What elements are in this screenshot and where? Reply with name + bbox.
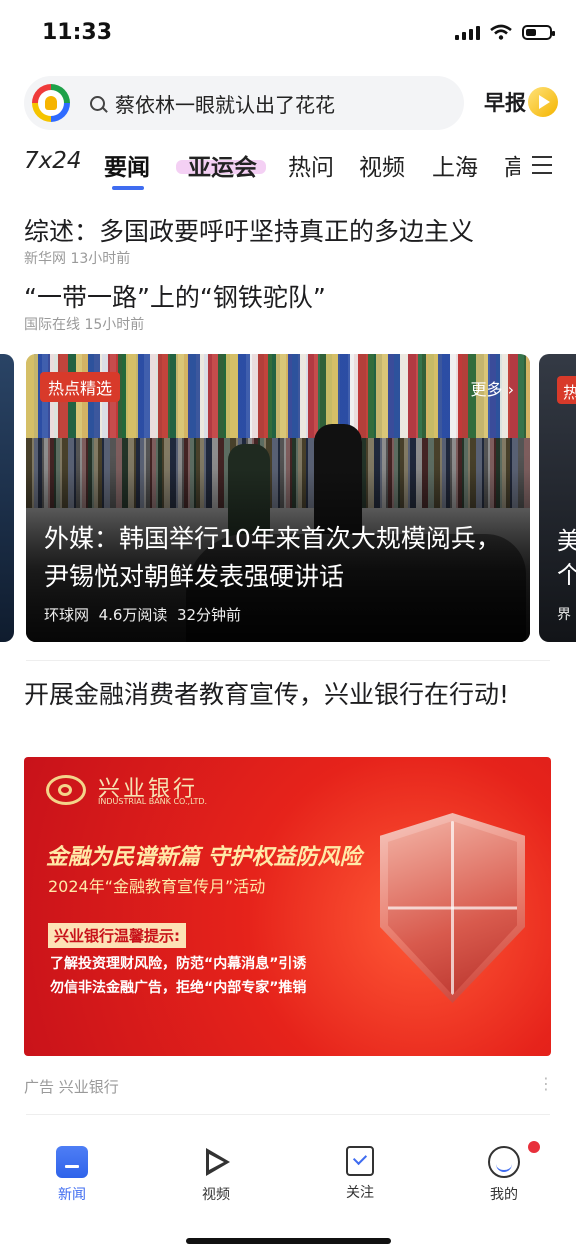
hot-picks-badge: 热点精选 [40,372,121,402]
carousel-card-featured[interactable]: 热点精选 更多 › 外媒：韩国举行10年来首次大规模阅兵，尹锡悦对朝鲜发表强硬讲… [26,354,530,642]
ad-banner[interactable]: 兴业银行 INDUSTRIAL BANK CO.,LTD. 金融为民谱新篇 守护… [24,757,551,1056]
news-icon [56,1146,88,1178]
morning-news-label: 早报 [484,91,526,115]
search-icon [90,95,105,111]
wifi-icon [490,24,512,40]
ad-tip-line: 勿信非法金融广告，拒绝“内部专家”推销 [50,980,307,996]
ad-tip-label: 兴业银行温馨提示: [48,923,186,948]
carousel-card-next[interactable]: 热 美 个 界 [539,354,576,642]
nav-video-label: 视频 [202,1187,230,1203]
card-title: 外媒：韩国举行10年来首次大规模阅兵，尹锡悦对朝鲜发表强硬讲话 [44,524,501,591]
tab-hot-questions[interactable]: 热问 [288,148,334,182]
nav-video[interactable]: 视频 [176,1146,256,1204]
more-link[interactable]: 更多 › [471,376,515,400]
tab-headlines[interactable]: 要闻 [104,148,150,182]
channel-menu-icon[interactable] [532,156,552,174]
nav-profile[interactable]: 我的 [464,1146,544,1204]
video-play-icon [200,1146,232,1178]
divider [26,660,550,661]
bank-name-en: INDUSTRIAL BANK CO.,LTD. [98,797,208,806]
ad-slogan: 金融为民谱新篇 守护权益防风险 [46,845,362,870]
peek-badge-text: 热 [563,383,576,402]
industrial-bank-logo-icon [46,775,86,805]
ad-campaign: 2024年“金融教育宣传月”活动 [48,877,266,896]
headline-source: 新华网 [24,251,66,267]
active-tab-indicator [112,186,144,190]
headline-time: 15小时前 [84,317,145,333]
headline-time: 13小时前 [70,251,131,267]
ad-tip-line: 了解投资理财风险，防范“内幕消息”引诱 [50,956,307,972]
app-logo-icon[interactable] [32,84,70,122]
search-bar[interactable]: 蔡依林一眼就认出了花花 [24,76,464,130]
headline-meta: 国际在线 15小时前 [24,314,144,334]
play-badge-icon [528,87,558,117]
headline-title[interactable]: 综述：多国政要呼吁坚持真正的多边主义 [24,212,474,248]
card-reads: 4.6万阅读 [98,606,168,624]
shield-photo-collage [388,821,517,995]
card-meta: 环球网 4.6万阅读 32分钟前 [44,604,241,625]
profile-icon [488,1146,520,1178]
notification-dot [528,1141,540,1153]
ad-label: 广告 兴业银行 [24,1078,119,1096]
nav-news[interactable]: 新闻 [32,1146,112,1204]
tab-more-cutoff[interactable]: 高 [504,148,520,182]
battery-icon [522,24,555,40]
nav-profile-label: 我的 [490,1187,518,1203]
carousel-card-previous[interactable] [0,354,14,642]
channel-tabs: 7x24 要闻 亚运会 热问 视频 上海 高 [0,148,576,192]
home-indicator[interactable] [186,1238,391,1244]
headline-source: 国际在线 [24,317,80,333]
status-icons [455,24,555,40]
headline-title[interactable]: “一带一路”上的“钢铁驼队” [24,278,326,314]
tab-7x24[interactable]: 7x24 [24,148,82,174]
tab-asian-games[interactable]: 亚运会 [188,148,257,182]
peek-meta: 界 [557,607,571,623]
status-time: 11:33 [42,20,113,45]
nav-follow-label: 关注 [346,1185,374,1201]
ad-title[interactable]: 开展金融消费者教育宣传，兴业银行在行动! [24,676,552,714]
tab-shanghai[interactable]: 上海 [432,148,478,182]
search-query[interactable]: 蔡依林一眼就认出了花花 [115,89,335,118]
card-source: 环球网 [44,606,90,624]
nav-news-label: 新闻 [58,1187,86,1203]
peek-title: 美 个 [557,527,576,589]
follow-icon [346,1146,374,1176]
peek-badge: 热 [557,376,576,404]
headline-meta: 新华网 13小时前 [24,248,130,268]
card-time: 32分钟前 [176,606,242,624]
tab-video[interactable]: 视频 [359,148,405,182]
cellular-signal-icon [455,24,480,40]
more-options-icon[interactable]: ⋮ [538,1074,554,1093]
morning-news-button[interactable]: 早报 [484,82,558,122]
nav-follow[interactable]: 关注 [320,1146,400,1202]
divider [26,1114,550,1115]
